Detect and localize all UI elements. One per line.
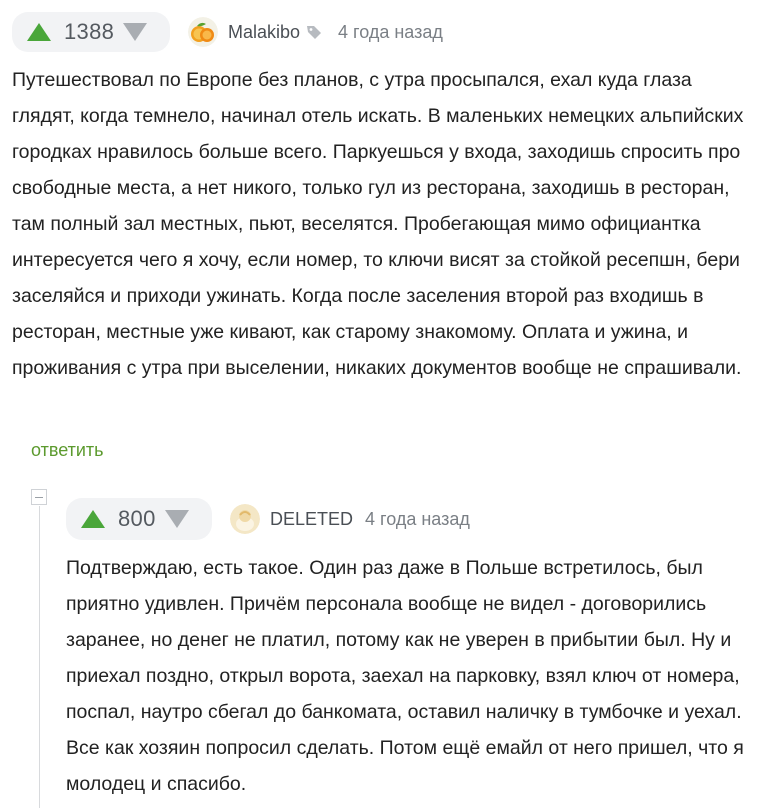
comment-header: 1388 Malakibo 4 года назад (12, 12, 443, 52)
downvote-button[interactable] (122, 21, 148, 43)
downvote-button[interactable] (164, 508, 190, 530)
rating-value: 800 (118, 506, 156, 531)
triangle-up-icon (81, 510, 105, 528)
comment-time[interactable]: 4 года назад (338, 22, 443, 43)
reply-header: 800 DELETED 4 года назад (66, 498, 470, 540)
reply-text: Подтверждаю, есть такое. Один раз даже в… (66, 557, 744, 795)
rating-box: 800 (66, 498, 212, 540)
reply-link[interactable]: ответить (31, 440, 104, 461)
author-name[interactable]: DELETED (270, 509, 353, 530)
minus-icon (35, 496, 43, 498)
rating-value: 1388 (64, 19, 115, 44)
upvote-button[interactable] (26, 21, 52, 43)
comment-text: Путешествовал по Европе без планов, с ут… (12, 69, 744, 379)
orange-avatar-icon (188, 17, 218, 47)
tag-icon[interactable] (306, 24, 322, 40)
triangle-down-icon (123, 23, 148, 41)
comment-time[interactable]: 4 года назад (365, 509, 470, 530)
upvote-button[interactable] (80, 508, 106, 530)
rating-box: 1388 (12, 12, 170, 52)
collapse-button[interactable] (31, 489, 47, 505)
deleted-user-avatar-icon (230, 504, 260, 534)
avatar[interactable] (230, 504, 260, 534)
author-name[interactable]: Malakibo (228, 22, 300, 43)
avatar[interactable] (188, 17, 218, 47)
thread-line[interactable] (39, 506, 40, 808)
triangle-up-icon (27, 23, 51, 41)
triangle-down-icon (164, 510, 189, 528)
